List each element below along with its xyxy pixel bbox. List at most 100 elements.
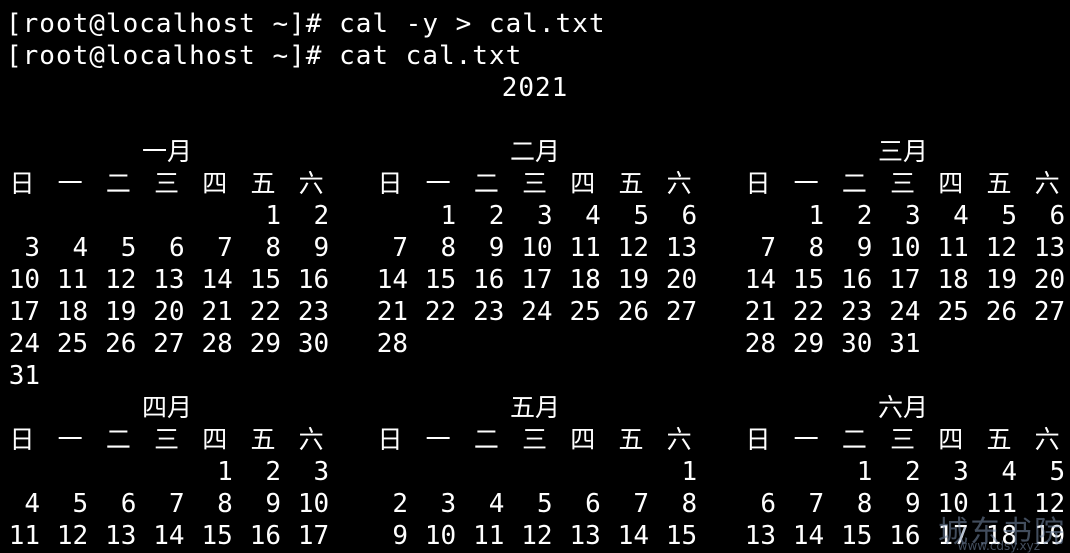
day-cell [0, 456, 40, 488]
day-cell: 1 [217, 457, 233, 487]
day-cell: 10 [521, 233, 553, 263]
day-cell: 17 [8, 297, 40, 327]
day-cell: 11 [937, 233, 969, 263]
day-cell: 14 [792, 521, 825, 551]
day-cell: 2 [904, 457, 921, 487]
day-cell: 26 [985, 297, 1017, 327]
day-cell [1017, 328, 1065, 360]
day-cell: 6 [120, 489, 137, 519]
weekday-label: 四 [202, 169, 228, 198]
weekday-label: 四 [938, 425, 964, 454]
day-cell: 11 [56, 265, 89, 295]
day-cell: 10 [8, 265, 40, 295]
day-cell: 7 [808, 489, 825, 519]
day-cell: 19 [985, 265, 1017, 295]
day-cell: 13 [1033, 233, 1066, 263]
day-cell [88, 360, 136, 392]
weekday-label: 一 [57, 425, 83, 454]
weekday-label: 一 [793, 425, 819, 454]
day-cell [921, 328, 969, 360]
day-cell [408, 328, 456, 360]
weekday-header-row: 日一二三四五六 [2, 424, 342, 456]
day-cell: 8 [217, 489, 233, 519]
weekday-label: 六 [298, 425, 324, 454]
weekday-label: 六 [666, 169, 692, 198]
day-cell [281, 360, 329, 392]
terminal-window[interactable]: [root@localhost ~]# cal -y > cal.txt [ro… [0, 0, 1070, 553]
day-cell: 2 [313, 201, 330, 231]
day-cell: 25 [569, 297, 601, 327]
week-row: 9 10 11 12 13 14 15 [370, 520, 710, 552]
day-cell: 4 [1001, 457, 1017, 487]
day-cell: 15 [249, 265, 281, 295]
day-cell: 1 [681, 457, 698, 487]
day-cell: 13 [105, 521, 137, 551]
day-cell: 18 [56, 297, 89, 327]
week-row: 31 [2, 360, 342, 392]
month-block: 五月日一二三四五六 1 2 3 4 5 6 7 8 9 10 11 12 13 14 15 [370, 392, 710, 552]
day-cell [601, 456, 649, 488]
day-cell: 7 [633, 489, 649, 519]
day-cell: 5 [536, 489, 553, 519]
day-cell: 1 [856, 457, 873, 487]
day-cell: 4 [585, 201, 601, 231]
day-cell: 4 [24, 489, 40, 519]
day-cell: 30 [841, 329, 873, 359]
weekday-label: 四 [202, 425, 228, 454]
day-cell: 21 [201, 297, 233, 327]
weekday-label: 一 [425, 425, 451, 454]
week-row: 21 22 23 24 25 26 27 [738, 296, 1070, 328]
weekday-label: 日 [377, 425, 403, 454]
day-cell: 18 [569, 265, 601, 295]
day-cell: 9 [488, 233, 505, 263]
weekday-label: 三 [890, 169, 916, 198]
day-cell: 13 [153, 265, 185, 295]
day-cell: 1 [808, 201, 825, 231]
weekday-label: 三 [522, 425, 548, 454]
day-cell: 9 [313, 233, 330, 263]
day-cell: 3 [24, 233, 40, 263]
weekday-label: 五 [250, 169, 276, 198]
day-cell: 13 [569, 521, 601, 551]
day-cell: 26 [105, 329, 137, 359]
day-cell: 13 [744, 521, 776, 551]
weekday-header-row: 日一二三四五六 [370, 424, 710, 456]
day-cell: 8 [808, 233, 825, 263]
day-cell: 3 [313, 457, 330, 487]
day-cell: 8 [856, 489, 873, 519]
month-name: 六月 [877, 393, 928, 422]
day-cell [88, 200, 136, 232]
day-cell: 14 [153, 521, 185, 551]
day-cell: 31 [889, 329, 921, 359]
watermark-url: www.cdsy.xyz [957, 539, 1040, 553]
day-cell [88, 456, 136, 488]
day-cell [408, 456, 456, 488]
day-cell [553, 456, 601, 488]
weekday-label: 三 [154, 169, 180, 198]
week-row: 1 2 3 4 5 6 [738, 200, 1070, 232]
weekday-header-row: 日一二三四五六 [2, 168, 342, 200]
command-line-1: [root@localhost ~]# cal -y > cal.txt [6, 9, 606, 39]
day-cell: 2 [392, 489, 408, 519]
week-row: 14 15 16 17 18 19 20 [738, 264, 1070, 296]
day-cell: 24 [889, 297, 921, 327]
day-cell: 5 [1049, 457, 1066, 487]
day-cell: 16 [297, 265, 330, 295]
day-cell: 15 [665, 521, 698, 551]
week-row: 14 15 16 17 18 19 20 [370, 264, 710, 296]
week-row: 17 18 19 20 21 22 23 [2, 296, 342, 328]
day-cell: 6 [585, 489, 601, 519]
day-cell: 14 [744, 265, 776, 295]
day-cell: 25 [937, 297, 969, 327]
day-cell: 20 [1033, 265, 1066, 295]
day-cell [728, 200, 776, 232]
day-cell [185, 360, 233, 392]
month-name: 三月 [877, 137, 928, 166]
weekday-label: 二 [473, 425, 499, 454]
day-cell: 4 [953, 201, 969, 231]
day-cell: 6 [1049, 201, 1066, 231]
day-cell: 17 [297, 521, 330, 551]
command-line-2: [root@localhost ~]# cat cal.txt [6, 41, 523, 71]
day-cell: 25 [56, 329, 89, 359]
day-cell: 15 [424, 265, 457, 295]
